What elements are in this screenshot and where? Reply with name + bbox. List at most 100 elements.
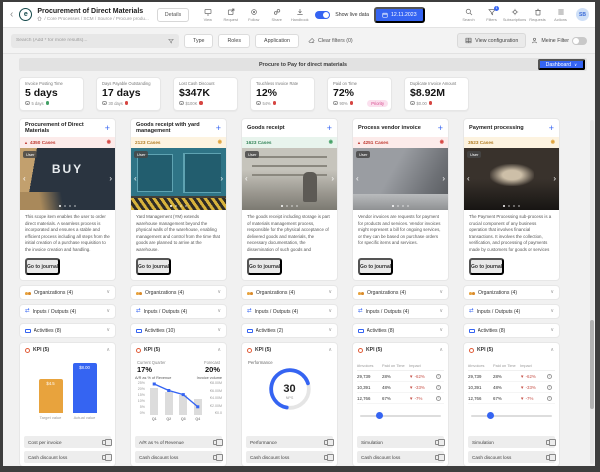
accordion-organizations[interactable]: Organizations (4) [463, 285, 560, 300]
actual-bar[interactable]: $8.00 [73, 363, 97, 413]
user-avatar[interactable]: SB [576, 8, 589, 21]
filter-chip-application[interactable]: Application [255, 34, 299, 48]
view-button[interactable]: View [197, 8, 218, 22]
accordion-inputs-outputs[interactable]: Inputs / Outputs (4) [130, 304, 227, 319]
kpi-card-invoice-posting-time[interactable]: Invoice Posting Time 5 days 5 days [19, 77, 84, 111]
accordion-activities[interactable]: Activities (10) [130, 323, 227, 338]
kpi-link-cash-discount-loss[interactable]: Cash discount loss [357, 451, 444, 463]
actions-button[interactable]: Actions [550, 8, 571, 22]
share-button[interactable]: Share [266, 8, 287, 22]
add-icon[interactable] [549, 124, 554, 133]
dashboard-button[interactable]: Dashboard [538, 59, 585, 70]
accordion-activities[interactable]: Activities (2) [241, 323, 338, 338]
carousel-next-icon[interactable] [553, 175, 556, 183]
search-button[interactable]: Search [458, 8, 479, 22]
accordion-inputs-outputs[interactable]: Inputs / Outputs (4) [463, 304, 560, 319]
add-icon[interactable] [438, 124, 443, 133]
details-button[interactable]: Details [157, 8, 189, 22]
accordion-organizations[interactable]: Organizations (4) [352, 285, 449, 300]
carousel-next-icon[interactable] [331, 175, 334, 183]
accordion-inputs-outputs[interactable]: Inputs / Outputs (4) [241, 304, 338, 319]
kpi-card-paid-on-time[interactable]: Paid on Time 72% 90% Priority [327, 77, 392, 111]
cases-banner[interactable]: 4350 Cases [20, 137, 115, 148]
kpi-card-days-payable-outstanding[interactable]: Days Payable Outstanding 17 days 30 days [96, 77, 161, 111]
go-to-journal-button[interactable]: Go to journal [136, 258, 171, 275]
carousel-next-icon[interactable] [109, 175, 112, 183]
info-icon[interactable] [547, 374, 552, 379]
filter-chip-roles[interactable]: Roles [218, 34, 250, 48]
filter-chip-type[interactable]: Type [184, 34, 213, 48]
simulation-slider[interactable] [360, 412, 441, 419]
kpi-link-ar-revenue[interactable]: A/R as % of Revenue [135, 436, 222, 448]
add-icon[interactable] [216, 124, 221, 133]
accordion-organizations[interactable]: Organizations (4) [241, 285, 338, 300]
accordion-kpi[interactable]: KPI (5) [242, 343, 337, 357]
cases-banner[interactable]: 2123 Cases [131, 137, 226, 148]
kpi-card-duplicate-invoice-amount[interactable]: Duplicate Invoice Amount $8.92M $0.00 [404, 77, 469, 111]
back-chevron-icon[interactable]: ‹ [9, 10, 14, 20]
accordion-kpi[interactable]: KPI (5) [20, 343, 115, 357]
kpi-link-simulation[interactable]: Simulation [357, 436, 444, 448]
carousel-dots[interactable] [242, 205, 337, 208]
cases-banner[interactable]: 3523 Cases [464, 137, 559, 148]
info-icon[interactable] [436, 396, 441, 401]
carousel-dots[interactable] [20, 205, 115, 208]
accordion-activities[interactable]: Activities (8) [463, 323, 560, 338]
requests-button[interactable]: Requests [527, 8, 548, 22]
show-live-data-toggle[interactable] [315, 11, 330, 19]
carousel-dots[interactable] [464, 205, 559, 208]
accordion-organizations[interactable]: Organizations (4) [130, 285, 227, 300]
carousel-prev-icon[interactable] [134, 175, 137, 183]
kpi-link-cash-discount-loss[interactable]: Cash discount loss [468, 451, 555, 463]
cases-banner[interactable]: 1623 Cases [242, 137, 337, 148]
add-icon[interactable] [105, 124, 110, 133]
carousel-prev-icon[interactable] [23, 175, 26, 183]
accordion-inputs-outputs[interactable]: Inputs / Outputs (4) [19, 304, 116, 319]
accordion-kpi[interactable]: KPI (5) [131, 343, 226, 357]
accordion-activities[interactable]: Activities (8) [352, 323, 449, 338]
kpi-link-simulation[interactable]: Simulation [468, 436, 555, 448]
carousel-dots[interactable] [353, 205, 448, 208]
info-icon[interactable] [436, 385, 441, 390]
kpi-link-cost-per-invoice[interactable]: Cost per invoice [24, 436, 111, 448]
kpi-link-performance[interactable]: Performance [246, 436, 333, 448]
kpi-card-lost-cash-discount[interactable]: Lost Cash Discount $347K $100K [173, 77, 238, 111]
breadcrumb[interactable]: / Core Processes / SCM / Source / Procur… [37, 16, 148, 21]
go-to-journal-button[interactable]: Go to journal [25, 258, 60, 275]
handbook-button[interactable]: Handbook [289, 8, 310, 22]
accordion-activities[interactable]: Activities (8) [19, 323, 116, 338]
kpi-card-touchless-invoice-rate[interactable]: Touchless Invoice Rate 12% 54% [250, 77, 315, 111]
carousel-dots[interactable] [131, 205, 226, 208]
slider-thumb[interactable] [487, 412, 494, 419]
go-to-journal-button[interactable]: Go to journal [469, 258, 504, 275]
carousel-next-icon[interactable] [442, 175, 445, 183]
subscriptions-button[interactable]: Subscriptions [504, 8, 525, 22]
carousel-next-icon[interactable] [220, 175, 223, 183]
info-icon[interactable] [436, 374, 441, 379]
carousel-prev-icon[interactable] [356, 175, 359, 183]
go-to-journal-button[interactable]: Go to journal [247, 258, 282, 275]
search-input[interactable]: Search (Add * for more results)... [11, 34, 179, 48]
kpi-link-cash-discount-loss[interactable]: Cash discount loss [246, 451, 333, 463]
clear-filters-button[interactable]: Clear filters (0) [304, 37, 357, 44]
accordion-kpi[interactable]: KPI (5) [464, 343, 559, 357]
date-picker-button[interactable]: 12.11.2023 [374, 7, 425, 23]
vertical-scrollbar[interactable] [590, 120, 594, 464]
kpi-link-cash-discount-loss[interactable]: Cash discount loss [24, 451, 111, 463]
slider-thumb[interactable] [376, 412, 383, 419]
simulation-slider[interactable] [471, 412, 552, 419]
target-bar[interactable]: $4.5 [39, 379, 63, 413]
go-to-journal-button[interactable]: Go to journal [358, 258, 393, 275]
kpi-link-cash-discount-loss[interactable]: Cash discount loss [135, 451, 222, 463]
accordion-organizations[interactable]: Organizations (4) [19, 285, 116, 300]
accordion-inputs-outputs[interactable]: Inputs / Outputs (4) [352, 304, 449, 319]
carousel-prev-icon[interactable] [467, 175, 470, 183]
add-icon[interactable] [327, 124, 332, 133]
my-filter-toggle[interactable] [572, 37, 587, 45]
filters-button[interactable]: 1 Filters [481, 8, 502, 22]
follow-button[interactable]: Follow [243, 8, 264, 22]
cases-banner[interactable]: 4251 Cases [353, 137, 448, 148]
info-icon[interactable] [547, 385, 552, 390]
request-button[interactable]: Request [220, 8, 241, 22]
info-icon[interactable] [547, 396, 552, 401]
